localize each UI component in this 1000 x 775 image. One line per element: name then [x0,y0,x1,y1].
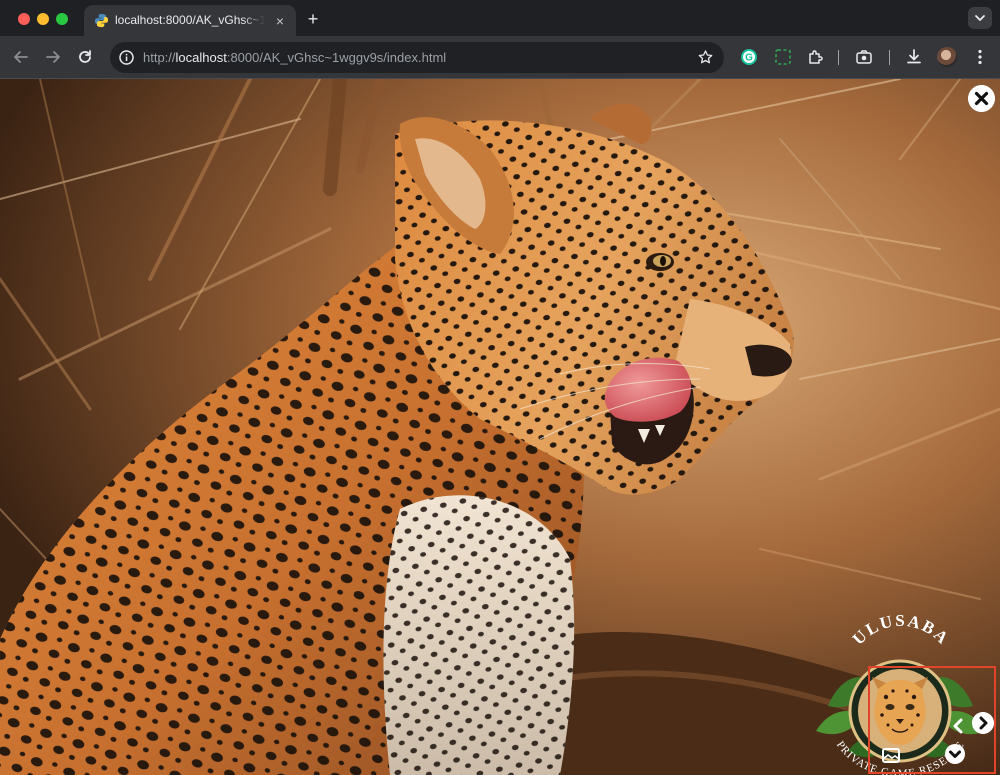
window-minimize-button[interactable] [37,13,49,25]
browser-toolbar: http://localhost:8000/AK_vGhsc~1wggv9s/i… [0,36,1000,79]
chevron-right-icon[interactable] [972,712,994,734]
new-tab-button[interactable]: + [302,8,324,30]
url-path: :8000/AK_vGhsc~1wggv9s/index.html [226,50,447,65]
active-tab[interactable]: localhost:8000/AK_vGhsc~1wggv9s/index.ht… [84,5,296,36]
tab-title: localhost:8000/AK_vGhsc~1wggv9s/index.ht… [115,13,265,27]
close-x-icon[interactable] [968,85,995,112]
info-icon[interactable] [118,49,135,66]
page-viewport: ULUSABA PRIVATE GAME RESERVE [0,79,1000,775]
url-text: http://localhost:8000/AK_vGhsc~1wggv9s/i… [143,50,446,65]
tab-strip: localhost:8000/AK_vGhsc~1wggv9s/index.ht… [0,0,1000,36]
tab-search-button[interactable] [968,7,992,29]
toolbar-divider [889,50,890,65]
toolbar-divider [838,50,839,65]
profile-avatar[interactable] [937,47,957,67]
dashed-square-icon[interactable] [774,48,792,66]
chevron-down-icon [975,15,985,21]
tab-close-icon[interactable]: × [272,13,288,29]
puzzle-icon[interactable] [807,48,825,66]
python-favicon-icon [94,13,109,28]
url-host: localhost [175,50,227,65]
browser-chrome: localhost:8000/AK_vGhsc~1wggv9s/index.ht… [0,0,1000,79]
address-bar[interactable]: http://localhost:8000/AK_vGhsc~1wggv9s/i… [110,42,724,73]
download-icon[interactable] [905,48,923,66]
svg-text:G: G [745,53,753,64]
camera-icon[interactable] [855,48,873,66]
kebab-menu-icon[interactable] [974,48,986,66]
star-icon[interactable] [697,49,714,66]
arrow-left-icon[interactable] [8,44,34,70]
url-scheme: http:// [143,50,176,65]
reload-icon[interactable] [72,44,98,70]
chevron-left-icon[interactable] [948,715,970,737]
logo-top-text: ULUSABA [849,611,954,649]
window-zoom-button[interactable] [56,13,68,25]
chevron-down-icon[interactable] [944,743,966,765]
window-close-button[interactable] [18,13,30,25]
screenshot-icon[interactable] [880,745,902,767]
arrow-right-icon[interactable] [40,44,66,70]
grammarly-icon[interactable]: G [740,48,758,66]
